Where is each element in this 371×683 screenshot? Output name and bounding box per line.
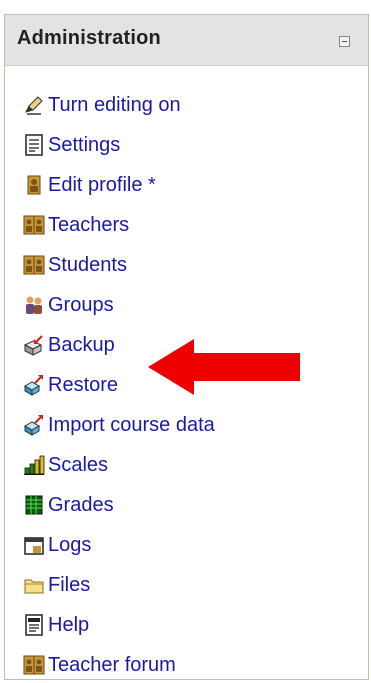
settings-document-icon <box>23 134 45 156</box>
scales-icon <box>23 454 45 476</box>
menu-item-teacher-forum[interactable]: Teacher forum <box>23 650 176 680</box>
menu-item-label: Backup <box>48 333 115 356</box>
menu-item-label: Grades <box>48 493 114 516</box>
menu-item-label: Turn editing on <box>48 93 181 116</box>
collapse-toggle-icon[interactable] <box>339 36 350 47</box>
menu-item-label: Restore <box>48 373 119 396</box>
menu-item-label: Scales <box>48 453 109 476</box>
menu-item-label: Import course data <box>48 413 215 436</box>
students-icon <box>23 254 45 276</box>
menu-item-label: Files <box>48 573 91 596</box>
block-header: Administration <box>5 15 368 66</box>
logs-icon <box>23 534 45 556</box>
menu-item-label: Edit profile * <box>48 173 156 196</box>
pencil-icon <box>23 94 45 116</box>
block-title: Administration <box>17 27 161 49</box>
import-icon <box>23 414 45 436</box>
menu-item-label: Students <box>48 253 127 276</box>
backup-icon <box>23 334 45 356</box>
folder-icon <box>23 574 45 596</box>
menu-item-settings[interactable]: Settings <box>23 130 120 160</box>
menu-item-label: Settings <box>48 133 121 156</box>
menu-item-students[interactable]: Students <box>23 250 127 280</box>
menu-item-edit-profile[interactable]: Edit profile * <box>23 170 156 200</box>
teachers-icon <box>23 214 45 236</box>
menu-item-label: Help <box>48 613 90 636</box>
menu-item-files[interactable]: Files <box>23 570 90 600</box>
menu-item-label: Teachers <box>48 213 130 236</box>
menu-item-label: Logs <box>48 533 92 556</box>
groups-icon <box>23 294 45 316</box>
menu-item-turn-editing-on[interactable]: Turn editing on <box>23 90 181 120</box>
help-document-icon <box>23 614 45 636</box>
menu-item-grades[interactable]: Grades <box>23 490 114 520</box>
menu-item-label: Groups <box>48 293 114 316</box>
menu-item-backup[interactable]: Backup <box>23 330 115 360</box>
restore-icon <box>23 374 45 396</box>
menu-item-groups[interactable]: Groups <box>23 290 114 320</box>
profile-icon <box>23 174 45 196</box>
menu-item-help[interactable]: Help <box>23 610 89 640</box>
menu-item-import-course-data[interactable]: Import course data <box>23 410 215 440</box>
grades-icon <box>23 494 45 516</box>
menu-item-scales[interactable]: Scales <box>23 450 108 480</box>
menu-item-logs[interactable]: Logs <box>23 530 91 560</box>
menu-item-restore[interactable]: Restore <box>23 370 118 400</box>
forum-icon <box>23 654 45 676</box>
menu-item-label: Teacher forum <box>48 653 176 676</box>
annotation-arrow-icon <box>148 339 300 395</box>
menu-item-teachers[interactable]: Teachers <box>23 210 129 240</box>
